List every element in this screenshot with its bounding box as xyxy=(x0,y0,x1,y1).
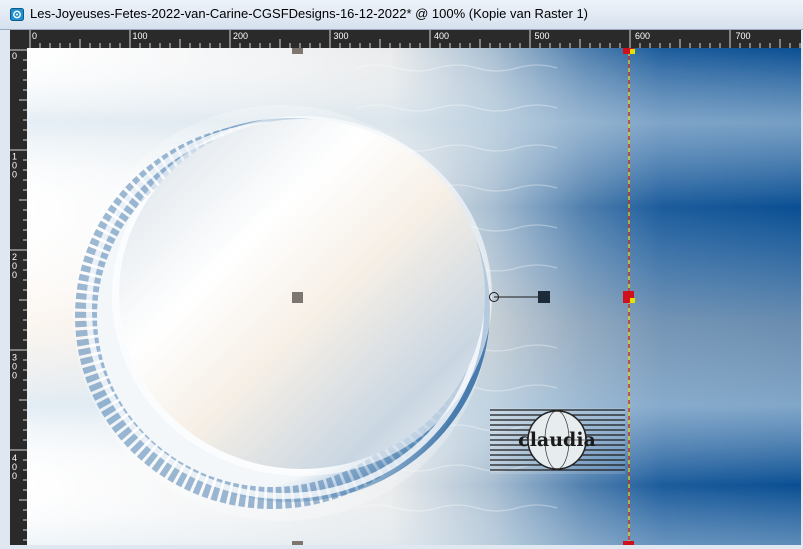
image-window: Les-Joyeuses-Fetes-2022-van-Carine-CGSFD… xyxy=(0,0,803,549)
h-ruler-label: 200 xyxy=(233,31,248,41)
h-ruler-label: 300 xyxy=(334,31,349,41)
window-border-bottom xyxy=(0,545,803,549)
watermark-text: claudia xyxy=(518,429,596,451)
v-ruler-label: 0 xyxy=(12,51,17,61)
center-handle[interactable] xyxy=(292,292,303,303)
h-ruler-label: 100 xyxy=(133,31,148,41)
rotation-handle[interactable] xyxy=(538,291,550,303)
vertical-ruler[interactable]: 0100200300400 xyxy=(10,48,27,545)
psp-app-icon xyxy=(10,8,24,21)
v-ruler-label: 0 xyxy=(12,371,17,381)
h-ruler-label: 400 xyxy=(434,31,449,41)
top-handle[interactable] xyxy=(292,48,303,54)
image-canvas[interactable]: claudia xyxy=(27,48,801,545)
window-border-left xyxy=(0,30,10,549)
v-ruler-label: 0 xyxy=(12,170,17,180)
horizontal-ruler[interactable]: 0 100 200 300 400 500 600 700 xyxy=(27,30,801,48)
h-ruler-label: 500 xyxy=(535,31,550,41)
v-ruler-label: 0 xyxy=(12,270,17,280)
h-ruler-label: 700 xyxy=(736,31,751,41)
v-ruler-label: 0 xyxy=(12,471,17,481)
ruler-corner xyxy=(10,30,27,48)
title-bar[interactable]: Les-Joyeuses-Fetes-2022-van-Carine-CGSFD… xyxy=(0,0,803,30)
h-ruler-label: 600 xyxy=(635,31,650,41)
h-ruler-label: 0 xyxy=(32,31,37,41)
window-title: Les-Joyeuses-Fetes-2022-van-Carine-CGSFD… xyxy=(30,6,589,21)
frosted-ring xyxy=(73,105,492,521)
claudia-watermark: claudia xyxy=(490,408,625,474)
